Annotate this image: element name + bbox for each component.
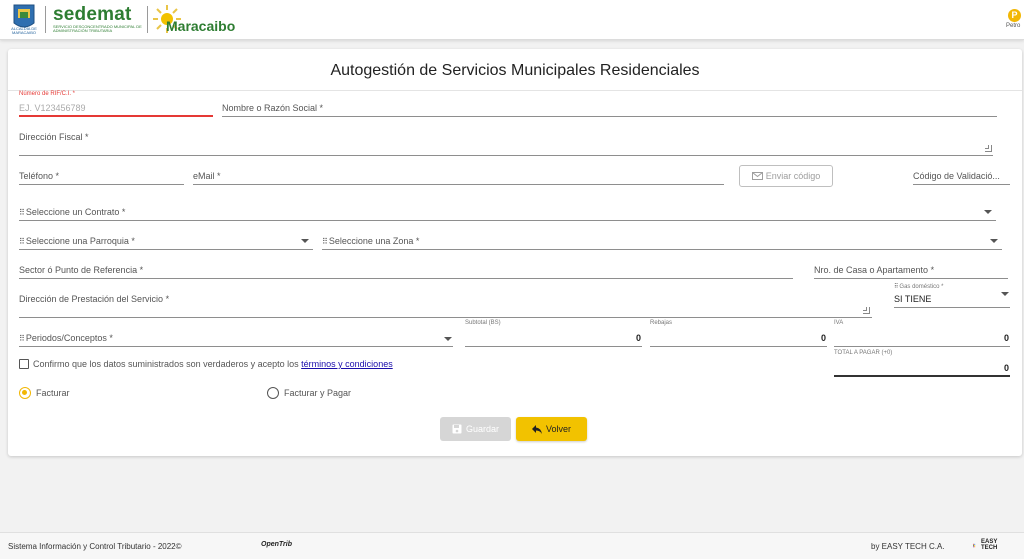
grid-icon: ⠿ bbox=[19, 334, 25, 343]
guardar-label: Guardar bbox=[465, 424, 500, 434]
gas-label-text: Gas doméstico * bbox=[899, 284, 944, 290]
parroquia-label-text: Seleccione una Parroquia * bbox=[25, 236, 135, 246]
sedemat-logo-title: sedemat bbox=[53, 4, 132, 25]
chevron-down-icon bbox=[1001, 292, 1009, 296]
reply-arrow-icon bbox=[531, 424, 542, 434]
footer: Sistema Información y Control Tributario… bbox=[0, 532, 1024, 559]
guardar-button[interactable]: Guardar bbox=[440, 417, 511, 441]
footer-company: by EASY TECH C.A. bbox=[871, 542, 945, 551]
confirm-text: Confirmo que los datos suministrados son… bbox=[33, 359, 393, 369]
periodos-label-text: Periodos/Conceptos * bbox=[25, 333, 113, 343]
chevron-down-icon bbox=[444, 337, 452, 341]
grid-icon: ⠿ bbox=[322, 237, 328, 246]
subtotal-value: 0 bbox=[635, 333, 641, 343]
rebajas-label: Rebajas bbox=[650, 320, 673, 326]
sector-label: Sector ó Punto de Referencia * bbox=[19, 265, 144, 275]
telefono-label: Teléfono * bbox=[19, 171, 60, 181]
iva-label: IVA bbox=[834, 320, 844, 326]
volver-button[interactable]: Volver bbox=[516, 417, 587, 441]
sector-input[interactable] bbox=[19, 278, 793, 279]
iva-value: 0 bbox=[1003, 333, 1009, 343]
zona-label-text: Seleccione una Zona * bbox=[328, 236, 420, 246]
volver-label: Volver bbox=[545, 424, 571, 434]
confirm-text-label: Confirmo que los datos suministrados son… bbox=[33, 359, 299, 369]
gas-select[interactable] bbox=[894, 307, 1010, 308]
opentrib-logo: OpenTrib bbox=[261, 541, 292, 548]
top-bar: ALCALDÍA DE MARACAIBO sedemat SERVICIO D… bbox=[0, 0, 1024, 40]
zona-select[interactable] bbox=[322, 249, 1002, 250]
periodos-select[interactable] bbox=[19, 346, 453, 347]
periodos-select-label: ⠿Periodos/Conceptos * bbox=[19, 333, 113, 343]
rif-label: Número de RIF/C.I. * bbox=[19, 91, 76, 97]
grid-icon: ⠿ bbox=[894, 284, 899, 290]
direccion-prestacion-textarea[interactable] bbox=[19, 317, 872, 318]
total-value: 0 bbox=[1003, 363, 1009, 373]
rebajas-value: 0 bbox=[820, 333, 826, 343]
radio-facturar[interactable] bbox=[19, 387, 31, 399]
sedemat-logo-subtitle: SERVICIO DESCONCENTRADO MUNICIPAL DE ADM… bbox=[53, 24, 142, 33]
subtotal-label: Subtotal (BS) bbox=[465, 320, 501, 326]
petro-icon[interactable]: P bbox=[1008, 9, 1021, 22]
subtotal-field bbox=[465, 346, 642, 347]
nombre-label: Nombre o Razón Social * bbox=[222, 103, 324, 113]
contrato-select-label: ⠿Seleccione un Contrato * bbox=[19, 207, 125, 217]
radio-facturar-pagar-label: Facturar y Pagar bbox=[284, 388, 352, 398]
codigo-validacion-label: Código de Validació... bbox=[913, 171, 1000, 181]
chevron-down-icon bbox=[990, 239, 998, 243]
direccion-fiscal-textarea[interactable] bbox=[19, 155, 993, 156]
codigo-validacion-input[interactable] bbox=[913, 184, 1010, 185]
maracaibo-logo-text: Maracaibo bbox=[166, 18, 236, 34]
chevron-down-icon bbox=[984, 210, 992, 214]
confirm-checkbox[interactable] bbox=[19, 359, 29, 369]
parroquia-select-label: ⠿Seleccione una Parroquia * bbox=[19, 236, 135, 246]
title-divider bbox=[8, 90, 1022, 91]
logo-separator bbox=[147, 6, 148, 33]
chevron-down-icon bbox=[301, 239, 309, 243]
grid-icon: ⠿ bbox=[19, 208, 25, 217]
form-card: Autogestión de Servicios Municipales Res… bbox=[8, 49, 1022, 456]
parroquia-select[interactable] bbox=[19, 249, 313, 250]
gas-value: SI TIENE bbox=[894, 294, 932, 304]
nro-casa-label: Nro. de Casa o Apartamento * bbox=[814, 265, 935, 275]
radio-facturar-pagar[interactable] bbox=[267, 387, 279, 399]
total-field bbox=[834, 375, 1010, 377]
contrato-label-text: Seleccione un Contrato * bbox=[25, 207, 126, 217]
easytech-logo-icon bbox=[973, 543, 976, 548]
save-icon bbox=[452, 424, 462, 434]
contrato-select[interactable] bbox=[19, 220, 996, 221]
email-input[interactable] bbox=[193, 184, 724, 185]
rif-placeholder: EJ. V123456789 bbox=[19, 103, 86, 113]
total-label: TOTAL A PAGAR (+0) bbox=[834, 350, 893, 356]
email-label: eMail * bbox=[193, 171, 221, 181]
grid-icon: ⠿ bbox=[19, 237, 25, 246]
textarea-resize-handle[interactable] bbox=[863, 307, 870, 314]
envelope-icon bbox=[751, 172, 763, 180]
iva-field bbox=[834, 346, 1010, 347]
nombre-input[interactable] bbox=[222, 116, 997, 117]
enviar-codigo-button[interactable]: Enviar código bbox=[739, 165, 833, 187]
enviar-codigo-label: Enviar código bbox=[765, 171, 821, 181]
direccion-prestacion-label: Dirección de Prestación del Servicio * bbox=[19, 294, 170, 304]
alcaldia-caption: ALCALDÍA DE MARACAIBO bbox=[11, 26, 37, 35]
telefono-input[interactable] bbox=[19, 184, 184, 185]
terms-link[interactable]: términos y condiciones bbox=[301, 359, 393, 369]
footer-copyright: Sistema Información y Control Tributario… bbox=[8, 542, 182, 551]
radio-facturar-label: Facturar bbox=[36, 388, 70, 398]
page-title: Autogestión de Servicios Municipales Res… bbox=[330, 62, 700, 79]
easytech-logo-text: EASY TECH bbox=[981, 539, 998, 551]
rif-input[interactable] bbox=[19, 115, 213, 117]
textarea-resize-handle[interactable] bbox=[985, 145, 992, 152]
petro-label: Petro bbox=[1006, 23, 1021, 29]
logo-separator bbox=[45, 6, 46, 33]
nro-casa-input[interactable] bbox=[814, 278, 1008, 279]
direccion-fiscal-label: Dirección Fiscal * bbox=[19, 132, 89, 142]
gas-label: ⠿Gas doméstico * bbox=[894, 283, 943, 290]
rebajas-field bbox=[650, 346, 827, 347]
zona-select-label: ⠿Seleccione una Zona * bbox=[322, 236, 419, 246]
